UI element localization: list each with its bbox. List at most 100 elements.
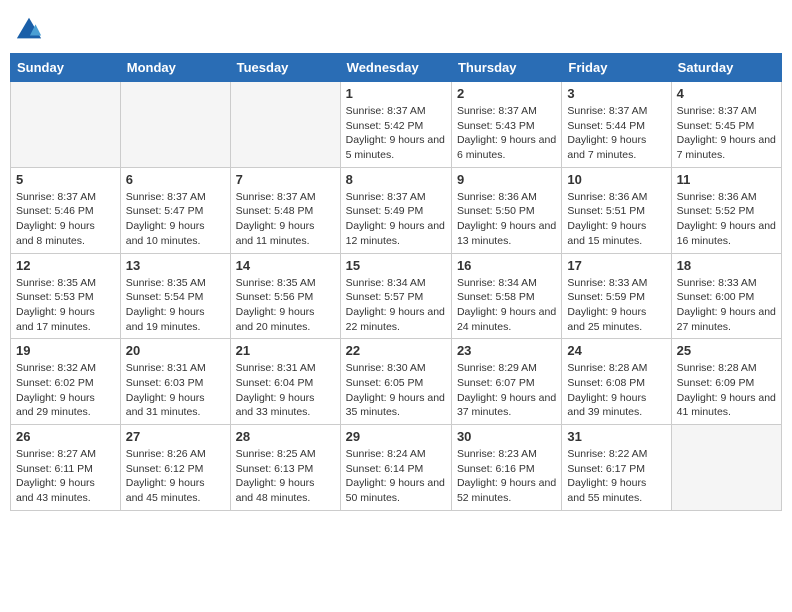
calendar-cell: 18 Sunrise: 8:33 AMSunset: 6:00 PMDayligh…: [671, 253, 781, 339]
cell-date-number: 29: [346, 429, 446, 444]
cell-date-number: 1: [346, 86, 446, 101]
day-header-monday: Monday: [120, 54, 230, 82]
calendar-cell: [11, 82, 121, 168]
cell-info: Sunrise: 8:36 AMSunset: 5:50 PMDaylight:…: [457, 190, 556, 249]
calendar-cell: 25Sunrise: 8:28 AMSunset: 6:09 PMDayligh…: [671, 339, 781, 425]
cell-date-number: 10: [567, 172, 665, 187]
cell-date-number: 19: [16, 343, 115, 358]
week-row-5: 26 Sunrise: 8:27 AMSunset: 6:11 PMDayligh…: [11, 425, 782, 511]
cell-date-number: 17: [567, 258, 665, 273]
day-header-saturday: Saturday: [671, 54, 781, 82]
day-header-friday: Friday: [562, 54, 671, 82]
day-header-sunday: Sunday: [11, 54, 121, 82]
calendar-cell: 5Sunrise: 8:37 AMSunset: 5:46 PMDaylight…: [11, 167, 121, 253]
calendar-cell: 14 Sunrise: 8:35 AMSunset: 5:56 PMDayligh…: [230, 253, 340, 339]
calendar-cell: 23 Sunrise: 8:29 AMSunset: 6:07 PMDayligh…: [451, 339, 561, 425]
calendar-cell: 29 Sunrise: 8:24 AMSunset: 6:14 PMDayligh…: [340, 425, 451, 511]
cell-date-number: 22: [346, 343, 446, 358]
calendar-table: SundayMondayTuesdayWednesdayThursdayFrid…: [10, 53, 782, 511]
cell-date-number: 21: [236, 343, 335, 358]
calendar-cell: 11 Sunrise: 8:36 AMSunset: 5:52 PMDayligh…: [671, 167, 781, 253]
cell-date-number: 27: [126, 429, 225, 444]
cell-info: Sunrise: 8:22 AMSunset: 6:17 PMDaylight:…: [567, 447, 665, 506]
cell-date-number: 3: [567, 86, 665, 101]
cell-info: Sunrise: 8:37 AMSunset: 5:42 PMDaylight:…: [346, 104, 446, 163]
calendar-cell: 3 Sunrise: 8:37 AMSunset: 5:44 PMDaylight…: [562, 82, 671, 168]
cell-date-number: 28: [236, 429, 335, 444]
cell-info: Sunrise: 8:33 AMSunset: 5:59 PMDaylight:…: [567, 276, 665, 335]
cell-info: Sunrise: 8:35 AMSunset: 5:56 PMDaylight:…: [236, 276, 335, 335]
calendar-cell: 12 Sunrise: 8:35 AMSunset: 5:53 PMDayligh…: [11, 253, 121, 339]
day-header-thursday: Thursday: [451, 54, 561, 82]
cell-info: Sunrise: 8:37 AMSunset: 5:47 PMDaylight:…: [126, 190, 225, 249]
calendar-cell: 6 Sunrise: 8:37 AMSunset: 5:47 PMDaylight…: [120, 167, 230, 253]
day-header-wednesday: Wednesday: [340, 54, 451, 82]
cell-info: Sunrise: 8:31 AMSunset: 6:04 PMDaylight:…: [236, 361, 335, 420]
calendar-cell: 30Sunrise: 8:23 AMSunset: 6:16 PMDayligh…: [451, 425, 561, 511]
calendar-cell: 28 Sunrise: 8:25 AMSunset: 6:13 PMDayligh…: [230, 425, 340, 511]
calendar-cell: 24Sunrise: 8:28 AMSunset: 6:08 PMDayligh…: [562, 339, 671, 425]
cell-date-number: 8: [346, 172, 446, 187]
cell-date-number: 25: [677, 343, 776, 358]
cell-date-number: 4: [677, 86, 776, 101]
calendar-cell: 4Sunrise: 8:37 AMSunset: 5:45 PMDaylight…: [671, 82, 781, 168]
cell-info: Sunrise: 8:36 AMSunset: 5:52 PMDaylight:…: [677, 190, 776, 249]
cell-date-number: 23: [457, 343, 556, 358]
cell-date-number: 11: [677, 172, 776, 187]
cell-info: Sunrise: 8:27 AMSunset: 6:11 PMDaylight:…: [16, 447, 115, 506]
cell-date-number: 24: [567, 343, 665, 358]
cell-info: Sunrise: 8:35 AMSunset: 5:54 PMDaylight:…: [126, 276, 225, 335]
calendar-cell: 10 Sunrise: 8:36 AMSunset: 5:51 PMDayligh…: [562, 167, 671, 253]
cell-date-number: 26: [16, 429, 115, 444]
cell-info: Sunrise: 8:31 AMSunset: 6:03 PMDaylight:…: [126, 361, 225, 420]
calendar-cell: 31 Sunrise: 8:22 AMSunset: 6:17 PMDayligh…: [562, 425, 671, 511]
cell-info: Sunrise: 8:30 AMSunset: 6:05 PMDaylight:…: [346, 361, 446, 420]
calendar-cell: 2 Sunrise: 8:37 AMSunset: 5:43 PMDaylight…: [451, 82, 561, 168]
cell-info: Sunrise: 8:29 AMSunset: 6:07 PMDaylight:…: [457, 361, 556, 420]
cell-date-number: 16: [457, 258, 556, 273]
cell-date-number: 2: [457, 86, 556, 101]
cell-info: Sunrise: 8:33 AMSunset: 6:00 PMDaylight:…: [677, 276, 776, 335]
week-row-2: 5Sunrise: 8:37 AMSunset: 5:46 PMDaylight…: [11, 167, 782, 253]
cell-date-number: 12: [16, 258, 115, 273]
cell-info: Sunrise: 8:37 AMSunset: 5:44 PMDaylight:…: [567, 104, 665, 163]
cell-info: Sunrise: 8:37 AMSunset: 5:43 PMDaylight:…: [457, 104, 556, 163]
cell-info: Sunrise: 8:24 AMSunset: 6:14 PMDaylight:…: [346, 447, 446, 506]
calendar-cell: 27Sunrise: 8:26 AMSunset: 6:12 PMDayligh…: [120, 425, 230, 511]
calendar-cell: 9Sunrise: 8:36 AMSunset: 5:50 PMDaylight…: [451, 167, 561, 253]
cell-date-number: 7: [236, 172, 335, 187]
calendar-cell: 21 Sunrise: 8:31 AMSunset: 6:04 PMDayligh…: [230, 339, 340, 425]
calendar-cell: 8 Sunrise: 8:37 AMSunset: 5:49 PMDaylight…: [340, 167, 451, 253]
cell-date-number: 6: [126, 172, 225, 187]
calendar-cell: 15 Sunrise: 8:34 AMSunset: 5:57 PMDayligh…: [340, 253, 451, 339]
cell-info: Sunrise: 8:34 AMSunset: 5:57 PMDaylight:…: [346, 276, 446, 335]
calendar-cell: 26 Sunrise: 8:27 AMSunset: 6:11 PMDayligh…: [11, 425, 121, 511]
cell-info: Sunrise: 8:35 AMSunset: 5:53 PMDaylight:…: [16, 276, 115, 335]
week-row-3: 12 Sunrise: 8:35 AMSunset: 5:53 PMDayligh…: [11, 253, 782, 339]
cell-date-number: 14: [236, 258, 335, 273]
calendar-cell: [230, 82, 340, 168]
cell-info: Sunrise: 8:34 AMSunset: 5:58 PMDaylight:…: [457, 276, 556, 335]
cell-info: Sunrise: 8:23 AMSunset: 6:16 PMDaylight:…: [457, 447, 556, 506]
page-header: [10, 10, 782, 43]
cell-info: Sunrise: 8:37 AMSunset: 5:49 PMDaylight:…: [346, 190, 446, 249]
week-row-4: 19 Sunrise: 8:32 AMSunset: 6:02 PMDayligh…: [11, 339, 782, 425]
cell-date-number: 15: [346, 258, 446, 273]
calendar-cell: 1 Sunrise: 8:37 AMSunset: 5:42 PMDaylight…: [340, 82, 451, 168]
calendar-cell: 17 Sunrise: 8:33 AMSunset: 5:59 PMDayligh…: [562, 253, 671, 339]
cell-date-number: 31: [567, 429, 665, 444]
logo-icon: [15, 15, 43, 43]
calendar-cell: 19 Sunrise: 8:32 AMSunset: 6:02 PMDayligh…: [11, 339, 121, 425]
day-header-tuesday: Tuesday: [230, 54, 340, 82]
cell-info: Sunrise: 8:32 AMSunset: 6:02 PMDaylight:…: [16, 361, 115, 420]
calendar-cell: 20Sunrise: 8:31 AMSunset: 6:03 PMDayligh…: [120, 339, 230, 425]
calendar-cell: 13Sunrise: 8:35 AMSunset: 5:54 PMDayligh…: [120, 253, 230, 339]
calendar-cell: 7Sunrise: 8:37 AMSunset: 5:48 PMDaylight…: [230, 167, 340, 253]
cell-date-number: 18: [677, 258, 776, 273]
cell-info: Sunrise: 8:36 AMSunset: 5:51 PMDaylight:…: [567, 190, 665, 249]
logo: [15, 15, 47, 43]
cell-date-number: 5: [16, 172, 115, 187]
calendar-cell: 22 Sunrise: 8:30 AMSunset: 6:05 PMDayligh…: [340, 339, 451, 425]
calendar-cell: [671, 425, 781, 511]
cell-info: Sunrise: 8:25 AMSunset: 6:13 PMDaylight:…: [236, 447, 335, 506]
